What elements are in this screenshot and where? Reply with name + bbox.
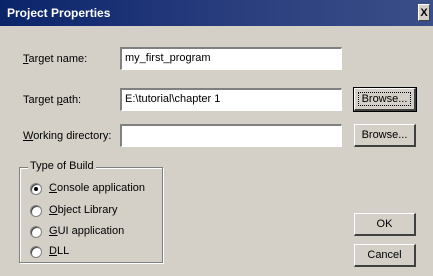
radio-selected-dot bbox=[34, 187, 38, 191]
target-name-input[interactable]: my_first_program bbox=[120, 47, 342, 70]
title-bar: Project Properties X bbox=[0, 0, 433, 26]
working-directory-input[interactable] bbox=[120, 124, 342, 147]
cancel-button[interactable]: Cancel bbox=[354, 244, 416, 267]
target-name-label: Target name: bbox=[23, 53, 88, 65]
radio-button-icon bbox=[30, 246, 42, 258]
ok-button[interactable]: OK bbox=[354, 213, 416, 236]
target-path-label: Target path: bbox=[23, 94, 82, 106]
project-properties-dialog: Project Properties X Target name: my_fir… bbox=[0, 0, 433, 276]
radio-button-icon bbox=[30, 183, 42, 195]
window-title: Project Properties bbox=[7, 6, 111, 20]
close-button[interactable]: X bbox=[418, 4, 430, 21]
working-directory-label: Working directory: bbox=[23, 130, 112, 142]
radio-button-icon bbox=[30, 205, 42, 217]
close-icon: X bbox=[420, 7, 428, 19]
type-of-build-group: Type of Build Console application Object… bbox=[19, 160, 163, 263]
browse-path-button[interactable]: Browse... bbox=[353, 87, 417, 112]
browse-directory-button[interactable]: Browse... bbox=[354, 124, 416, 147]
target-path-input[interactable]: E:\tutorial\chapter 1 bbox=[120, 88, 342, 111]
radio-button-icon bbox=[30, 226, 42, 238]
group-title: Type of Build bbox=[28, 160, 96, 172]
